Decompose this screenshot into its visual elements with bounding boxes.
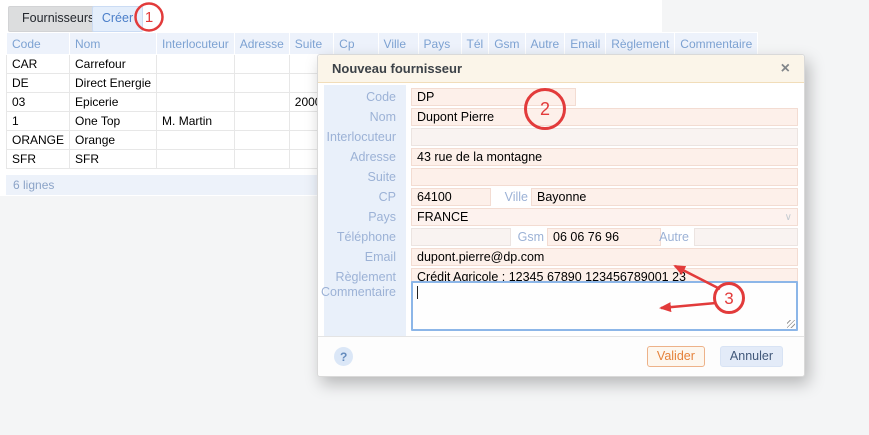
annuler-button[interactable]: Annuler	[720, 346, 783, 367]
table-cell[interactable]: SFR	[7, 150, 70, 169]
code-label: Code	[318, 88, 404, 106]
commentaire-label: Commentaire	[318, 283, 404, 301]
table-cell[interactable]: 03	[7, 93, 70, 112]
field-row-interlocuteur: Interlocuteur	[318, 128, 804, 146]
resize-grip-icon[interactable]	[787, 320, 795, 328]
table-cell[interactable]	[157, 74, 235, 93]
telephone-label: Téléphone	[318, 228, 404, 246]
field-row-code: Code	[318, 88, 804, 106]
gsm-input[interactable]	[547, 228, 661, 246]
dialog-title: Nouveau fournisseur	[332, 61, 462, 76]
autre-label: Autre	[658, 228, 689, 246]
column-header[interactable]: Cp	[334, 33, 378, 55]
table-cell[interactable]	[234, 93, 289, 112]
valider-button[interactable]: Valider	[647, 346, 705, 367]
dialog-title-bar: Nouveau fournisseur ×	[318, 55, 804, 83]
table-cell[interactable]: M. Martin	[157, 112, 235, 131]
chevron-down-icon: ∨	[785, 210, 792, 226]
field-row-nom: Nom	[318, 108, 804, 126]
column-header[interactable]: Gsm	[489, 33, 525, 55]
help-button[interactable]: ?	[334, 347, 353, 366]
column-header[interactable]: Interlocuteur	[157, 33, 235, 55]
pays-select[interactable]: FRANCE ∨	[411, 208, 798, 226]
pays-label: Pays	[318, 208, 404, 226]
table-cell[interactable]: 1	[7, 112, 70, 131]
table-cell[interactable]: ORANGE	[7, 131, 70, 150]
table-cell[interactable]	[157, 150, 235, 169]
adresse-label: Adresse	[318, 148, 404, 166]
column-header[interactable]: Code	[7, 33, 70, 55]
table-cell[interactable]	[234, 150, 289, 169]
table-cell[interactable]	[157, 55, 235, 74]
table-cell[interactable]	[234, 74, 289, 93]
field-row-cp-ville: CP Ville	[318, 188, 804, 206]
email-input[interactable]	[411, 248, 798, 266]
interlocuteur-label: Interlocuteur	[318, 128, 404, 146]
table-cell[interactable]	[234, 112, 289, 131]
column-header[interactable]: Email	[565, 33, 606, 55]
field-row-pays: Pays FRANCE ∨	[318, 208, 804, 226]
table-cell[interactable]: Orange	[70, 131, 157, 150]
column-header[interactable]: Commentaire	[675, 33, 758, 55]
table-cell[interactable]: Carrefour	[70, 55, 157, 74]
suite-label: Suite	[318, 168, 404, 186]
field-row-email: Email	[318, 248, 804, 266]
column-header[interactable]: Adresse	[234, 33, 289, 55]
column-header[interactable]: Nom	[70, 33, 157, 55]
table-cell[interactable]: SFR	[70, 150, 157, 169]
new-supplier-dialog: Nouveau fournisseur × Code Nom Interlocu…	[317, 54, 805, 377]
ville-input[interactable]	[531, 188, 798, 206]
table-cell[interactable]: Direct Energie	[70, 74, 157, 93]
pays-selected-value: FRANCE	[417, 210, 468, 224]
table-cell[interactable]: One Top	[70, 112, 157, 131]
cp-input[interactable]	[411, 188, 491, 206]
adresse-input[interactable]	[411, 148, 798, 166]
code-input[interactable]	[411, 88, 576, 106]
cp-label: CP	[318, 188, 404, 206]
ville-label: Ville	[501, 188, 528, 206]
field-row-telephone: Téléphone Gsm Autre	[318, 228, 804, 246]
column-header[interactable]: Pays	[418, 33, 461, 55]
nom-label: Nom	[318, 108, 404, 126]
table-cell[interactable]: CAR	[7, 55, 70, 74]
email-label: Email	[318, 248, 404, 266]
telephone-input[interactable]	[411, 228, 511, 246]
gsm-label: Gsm	[517, 228, 544, 246]
column-header[interactable]: Suite	[289, 33, 333, 55]
column-header[interactable]: Règlement	[606, 33, 675, 55]
dialog-footer: ? Valider Annuler	[318, 336, 804, 376]
column-header[interactable]: Ville	[378, 33, 418, 55]
table-cell[interactable]: DE	[7, 74, 70, 93]
table-cell[interactable]	[234, 55, 289, 74]
table-cell[interactable]	[234, 131, 289, 150]
table-cell[interactable]	[157, 93, 235, 112]
column-header[interactable]: Autre	[525, 33, 565, 55]
field-row-adresse: Adresse	[318, 148, 804, 166]
dialog-body: Code Nom Interlocuteur Adresse Suite CP …	[318, 83, 804, 336]
field-row-suite: Suite	[318, 168, 804, 186]
creer-button[interactable]: Créer	[92, 6, 143, 32]
commentaire-textarea[interactable]	[411, 281, 798, 331]
interlocuteur-input[interactable]	[411, 128, 798, 146]
suite-input[interactable]	[411, 168, 798, 186]
table-header-row: CodeNomInterlocuteurAdresseSuiteCpVilleP…	[7, 33, 758, 55]
autre-input[interactable]	[694, 228, 798, 246]
column-header[interactable]: Tél	[461, 33, 489, 55]
table-cell[interactable]	[157, 131, 235, 150]
close-icon[interactable]: ×	[781, 61, 790, 77]
text-cursor	[417, 286, 418, 299]
nom-input[interactable]	[411, 108, 798, 126]
table-cell[interactable]: Epicerie	[70, 93, 157, 112]
